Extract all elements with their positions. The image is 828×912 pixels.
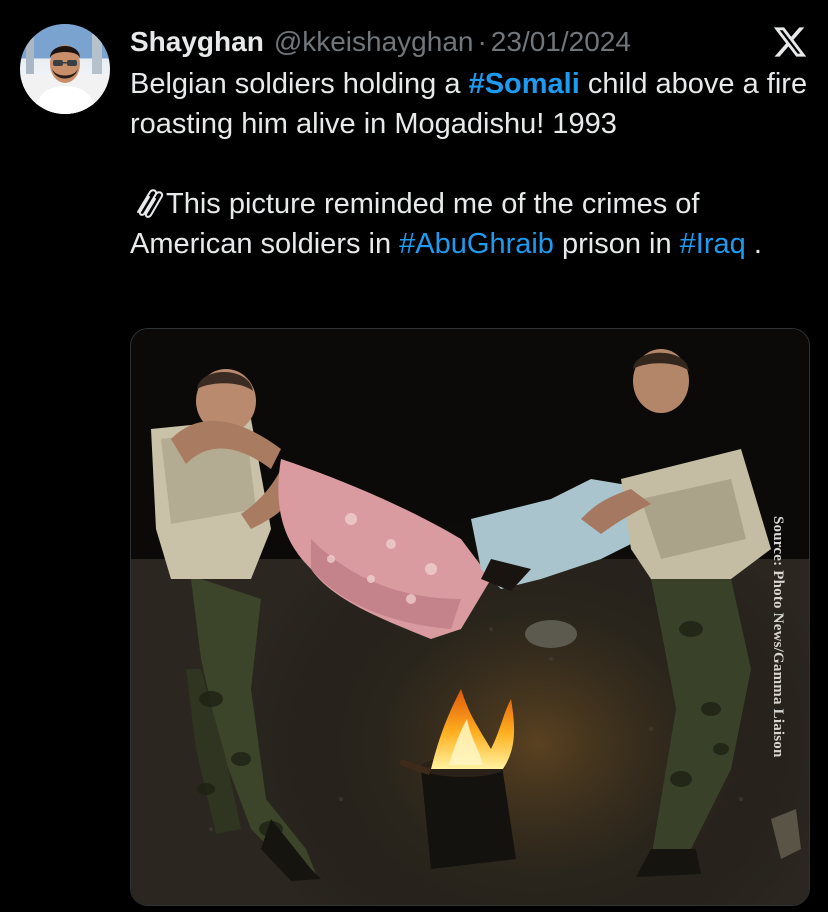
avatar[interactable] <box>20 24 110 114</box>
tweet-media-photo[interactable] <box>130 328 810 906</box>
hashtag-abughraib[interactable]: #AbuGhraib <box>399 228 554 260</box>
photo-source-watermark: Source: Photo News/Gamma Liaison <box>770 516 786 758</box>
tweet-date[interactable]: 23/01/2024 <box>491 26 631 58</box>
text-segment: prison in <box>553 228 680 260</box>
x-logo-icon[interactable] <box>772 24 808 60</box>
hashtag-somali[interactable]: #Somali <box>469 68 580 100</box>
author-handle[interactable]: @kkeishayghan <box>274 26 474 58</box>
text-segment: . <box>745 228 762 260</box>
text-segment: Belgian soldiers holding a <box>130 68 469 100</box>
author-name[interactable]: Shayghan <box>130 26 264 58</box>
photo-scene <box>131 329 809 905</box>
paperclip-icon <box>137 189 164 218</box>
tweet-header: Shayghan @kkeishayghan · 23/01/2024 <box>130 22 631 62</box>
tweet-paragraph-1: Belgian soldiers holding a #Somali child… <box>130 64 810 144</box>
avatar-photo <box>20 24 110 114</box>
tweet: Shayghan @kkeishayghan · 23/01/2024 Belg… <box>0 0 828 912</box>
hashtag-iraq[interactable]: #Iraq <box>680 228 746 260</box>
separator-dot: · <box>477 26 487 57</box>
tweet-paragraph-2: This picture reminded me of the crimes o… <box>130 184 810 264</box>
tweet-text: Belgian soldiers holding a #Somali child… <box>130 64 810 264</box>
